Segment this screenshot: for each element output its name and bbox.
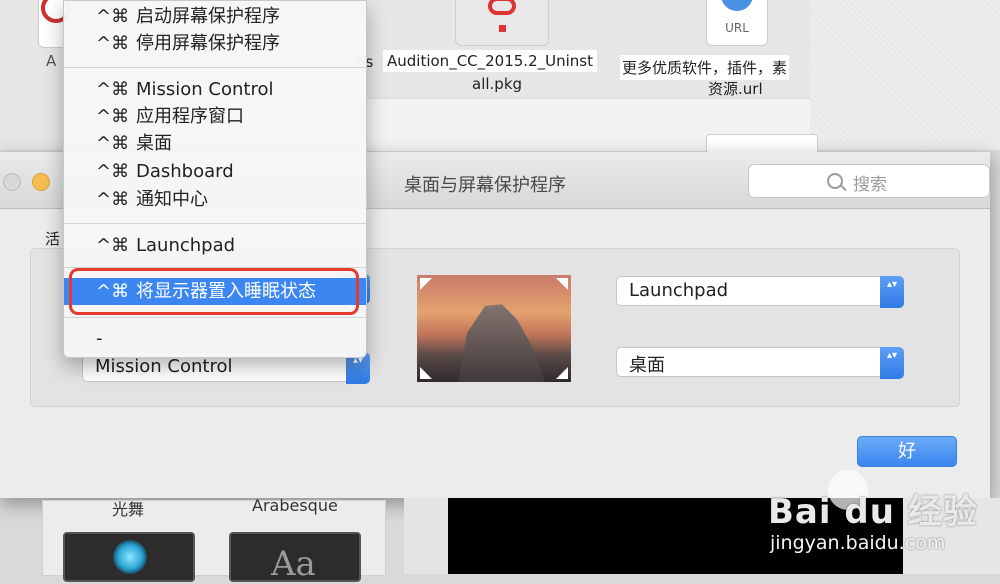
- select-value: Mission Control: [95, 356, 233, 377]
- file-label-audition[interactable]: Audition_CC_2015.2_Uninst: [383, 50, 597, 72]
- screen-saver-thumbnail[interactable]: Aa: [229, 532, 361, 584]
- flower-icon: [113, 540, 147, 574]
- screen-preview-image: [417, 275, 571, 382]
- menu-item-dashboard[interactable]: ^⌘ Dashboard: [64, 158, 366, 185]
- arabesque-glyph: Aa: [271, 544, 316, 584]
- corner-marker-icon: [556, 367, 568, 379]
- corner-marker-icon: [556, 278, 568, 290]
- annotation-highlight-box: [69, 268, 359, 315]
- menu-item-none[interactable]: -: [64, 325, 366, 352]
- search-icon: [827, 173, 843, 189]
- search-placeholder: 搜索: [853, 175, 887, 195]
- select-value: Launchpad: [629, 280, 729, 301]
- menu-separator: [64, 317, 366, 318]
- pkg-file-icon[interactable]: [455, 0, 549, 46]
- close-window-button[interactable]: [3, 173, 21, 191]
- panel-divider: [404, 498, 448, 574]
- menu-item-disable-screensaver[interactable]: ^⌘ 停用屏幕保护程序: [64, 30, 366, 57]
- menu-item-start-screensaver[interactable]: ^⌘ 启动屏幕保护程序: [64, 3, 366, 30]
- file-label-url-ext[interactable]: 资源.url: [708, 78, 763, 99]
- menu-item-launchpad[interactable]: ^⌘ Launchpad: [64, 232, 366, 259]
- watermark-logo: Bai du 经验: [768, 492, 978, 532]
- section-label: 活: [45, 230, 61, 248]
- screen-saver-label[interactable]: 光舞: [112, 496, 144, 520]
- corner-marker-icon: [420, 278, 432, 290]
- screen-saver-thumbnail[interactable]: [63, 532, 195, 582]
- menu-item-notification-center[interactable]: ^⌘ 通知中心: [64, 186, 366, 213]
- desktop-background: [810, 0, 1000, 150]
- stepper-icon: ▴▾: [880, 276, 904, 308]
- menu-separator: [64, 67, 366, 68]
- bottom-right-corner-select[interactable]: 桌面 ▴▾: [616, 347, 904, 379]
- menu-item-mission-control[interactable]: ^⌘ Mission Control: [64, 76, 366, 103]
- file-label-audition-ext[interactable]: all.pkg: [472, 75, 522, 93]
- file-label-url[interactable]: 更多优质软件，插件，素: [620, 55, 790, 80]
- url-icon-text: URL: [725, 21, 749, 35]
- corner-marker-icon: [420, 367, 432, 379]
- window-title: 桌面与屏幕保护程序: [404, 175, 566, 196]
- minimize-window-button[interactable]: [32, 173, 50, 191]
- url-file-icon[interactable]: URL: [706, 0, 768, 46]
- select-value: 桌面: [629, 355, 665, 376]
- ok-button[interactable]: 好: [857, 436, 957, 467]
- stepper-icon: ▴▾: [880, 347, 904, 379]
- menu-separator: [64, 223, 366, 224]
- file-label[interactable]: A: [46, 52, 56, 70]
- menu-item-desktop[interactable]: ^⌘ 桌面: [64, 130, 366, 157]
- search-input[interactable]: 搜索: [748, 164, 990, 198]
- baidu-watermark: Bai du 经验 jingyan.baidu.com: [768, 470, 1000, 574]
- menu-item-app-windows[interactable]: ^⌘ 应用程序窗口: [64, 103, 366, 130]
- top-right-corner-select[interactable]: Launchpad ▴▾: [616, 276, 904, 308]
- screen-saver-label[interactable]: Arabesque: [252, 496, 338, 515]
- watermark-url: jingyan.baidu.com: [770, 532, 946, 554]
